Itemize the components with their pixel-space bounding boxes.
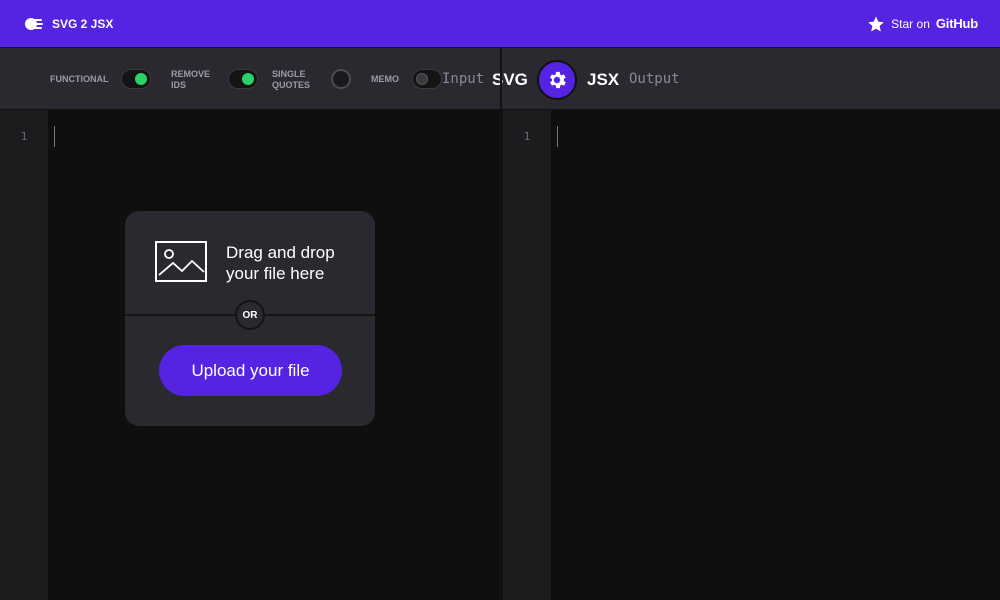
github-wordmark: GitHub	[935, 16, 978, 31]
input-label: Input	[442, 71, 485, 87]
settings-button[interactable]	[537, 60, 577, 100]
toggle-memo[interactable]	[412, 69, 442, 89]
toggle-knob	[416, 73, 428, 85]
option-label-remove-ids: REMOVE IDS	[171, 69, 211, 90]
brand[interactable]: SVG 2 JSX	[24, 17, 113, 31]
output-cursor	[557, 126, 558, 147]
toggle-functional[interactable]	[121, 69, 151, 89]
pane-divider[interactable]	[500, 47, 502, 600]
input-gutter	[0, 110, 48, 600]
input-cursor	[54, 126, 55, 147]
top-bar: SVG 2 JSX Star on GitHub	[0, 0, 1000, 47]
star-icon	[868, 16, 885, 31]
output-label: Output	[629, 71, 680, 87]
toggle-remove-ids[interactable]	[228, 69, 258, 89]
logo-icon	[25, 17, 43, 30]
image-icon	[155, 241, 207, 282]
github-star-link[interactable]: Star on GitHub	[867, 15, 978, 33]
upload-file-button[interactable]: Upload your file	[159, 345, 342, 396]
jsx-label: JSX	[587, 70, 620, 89]
output-line-number: 1	[523, 130, 531, 143]
input-line-number: 1	[20, 130, 28, 143]
brand-title: SVG 2 JSX	[52, 16, 114, 31]
option-label-memo: MEMO	[371, 74, 399, 84]
svg-label: SVG	[492, 70, 528, 89]
gear-icon	[550, 71, 566, 89]
toggle-knob	[242, 73, 254, 85]
option-label-functional: FUNCTIONAL	[50, 74, 109, 84]
star-prefix: Star on	[891, 16, 930, 31]
toggle-single-quotes[interactable]	[331, 69, 351, 89]
dropzone-text: Drag and drop your file here	[226, 243, 335, 283]
output-editor[interactable]	[551, 110, 1000, 600]
toggle-knob	[135, 73, 147, 85]
option-label-single-quotes: SINGLE QUOTES	[272, 69, 311, 90]
output-gutter	[503, 110, 551, 600]
or-badge: OR	[235, 300, 265, 330]
file-dropzone[interactable]: Drag and drop your file here OR Upload y…	[125, 211, 375, 426]
